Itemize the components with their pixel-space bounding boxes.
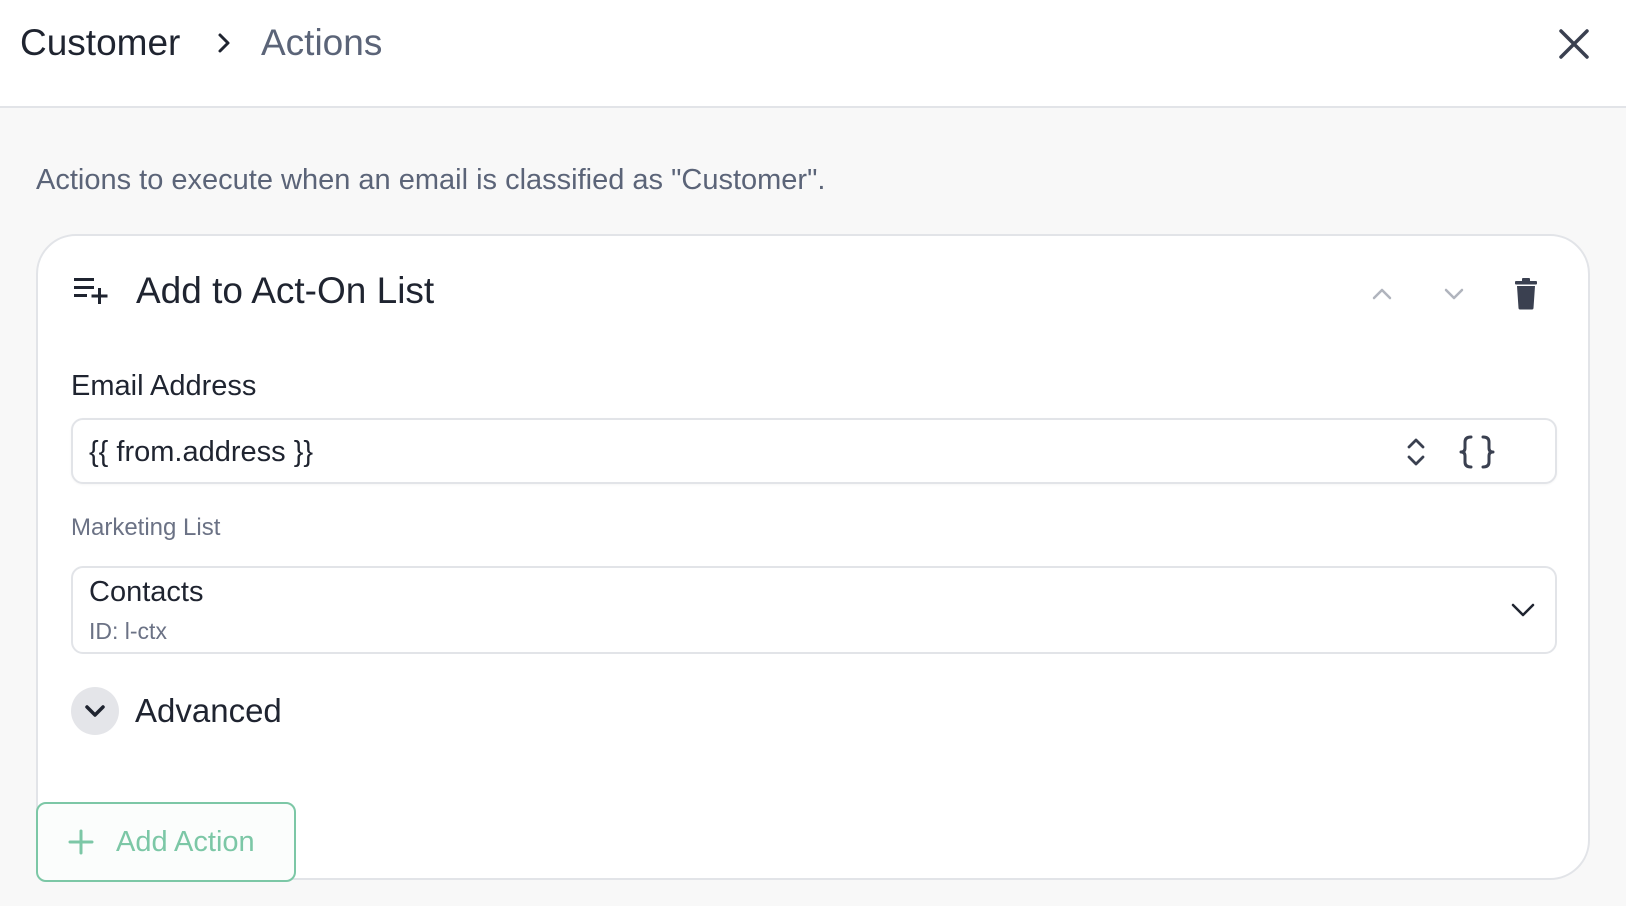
- chevron-down-icon: [85, 705, 105, 717]
- action-card: Add to Act-On List Email Address {{ from…: [36, 234, 1590, 880]
- email-address-input[interactable]: {{ from.address }}: [71, 418, 1557, 484]
- marketing-list-id: ID: l-ctx: [89, 618, 167, 644]
- chevron-down-icon: [1444, 288, 1464, 300]
- chevron-up-icon: [1372, 288, 1392, 300]
- chevron-down-icon: [1511, 603, 1535, 617]
- breadcrumb-current: Actions: [261, 22, 383, 63]
- marketing-list-selected: Contacts: [89, 576, 204, 608]
- panel-content: Actions to execute when an email is clas…: [0, 110, 1626, 906]
- move-down-button[interactable]: [1434, 274, 1474, 314]
- add-action-button[interactable]: Add Action: [36, 802, 296, 882]
- move-up-button[interactable]: [1362, 274, 1402, 314]
- playlist-add-icon: [74, 278, 108, 304]
- add-action-label: Add Action: [116, 826, 255, 858]
- advanced-toggle[interactable]: Advanced: [71, 686, 282, 736]
- advanced-label: Advanced: [135, 692, 282, 729]
- delete-action-button[interactable]: [1506, 274, 1546, 314]
- marketing-list-select[interactable]: Contacts ID: l-ctx: [71, 566, 1557, 654]
- trash-icon: [1515, 278, 1537, 310]
- action-title: Add to Act-On List: [136, 270, 435, 311]
- chevron-right-icon: [218, 33, 230, 53]
- advanced-toggle-circle[interactable]: [71, 687, 119, 735]
- page-description: Actions to execute when an email is clas…: [36, 164, 826, 196]
- email-address-label: Email Address: [71, 370, 257, 402]
- plus-icon: [68, 829, 94, 855]
- close-icon[interactable]: [1556, 26, 1592, 62]
- email-address-value[interactable]: {{ from.address }}: [89, 432, 313, 472]
- marketing-list-label: Marketing List: [71, 514, 221, 541]
- variable-braces-icon[interactable]: [1457, 433, 1497, 471]
- panel-header: Customer Actions: [0, 0, 1626, 108]
- breadcrumb-root[interactable]: Customer: [20, 18, 180, 68]
- expand-collapse-icon[interactable]: [1403, 434, 1429, 470]
